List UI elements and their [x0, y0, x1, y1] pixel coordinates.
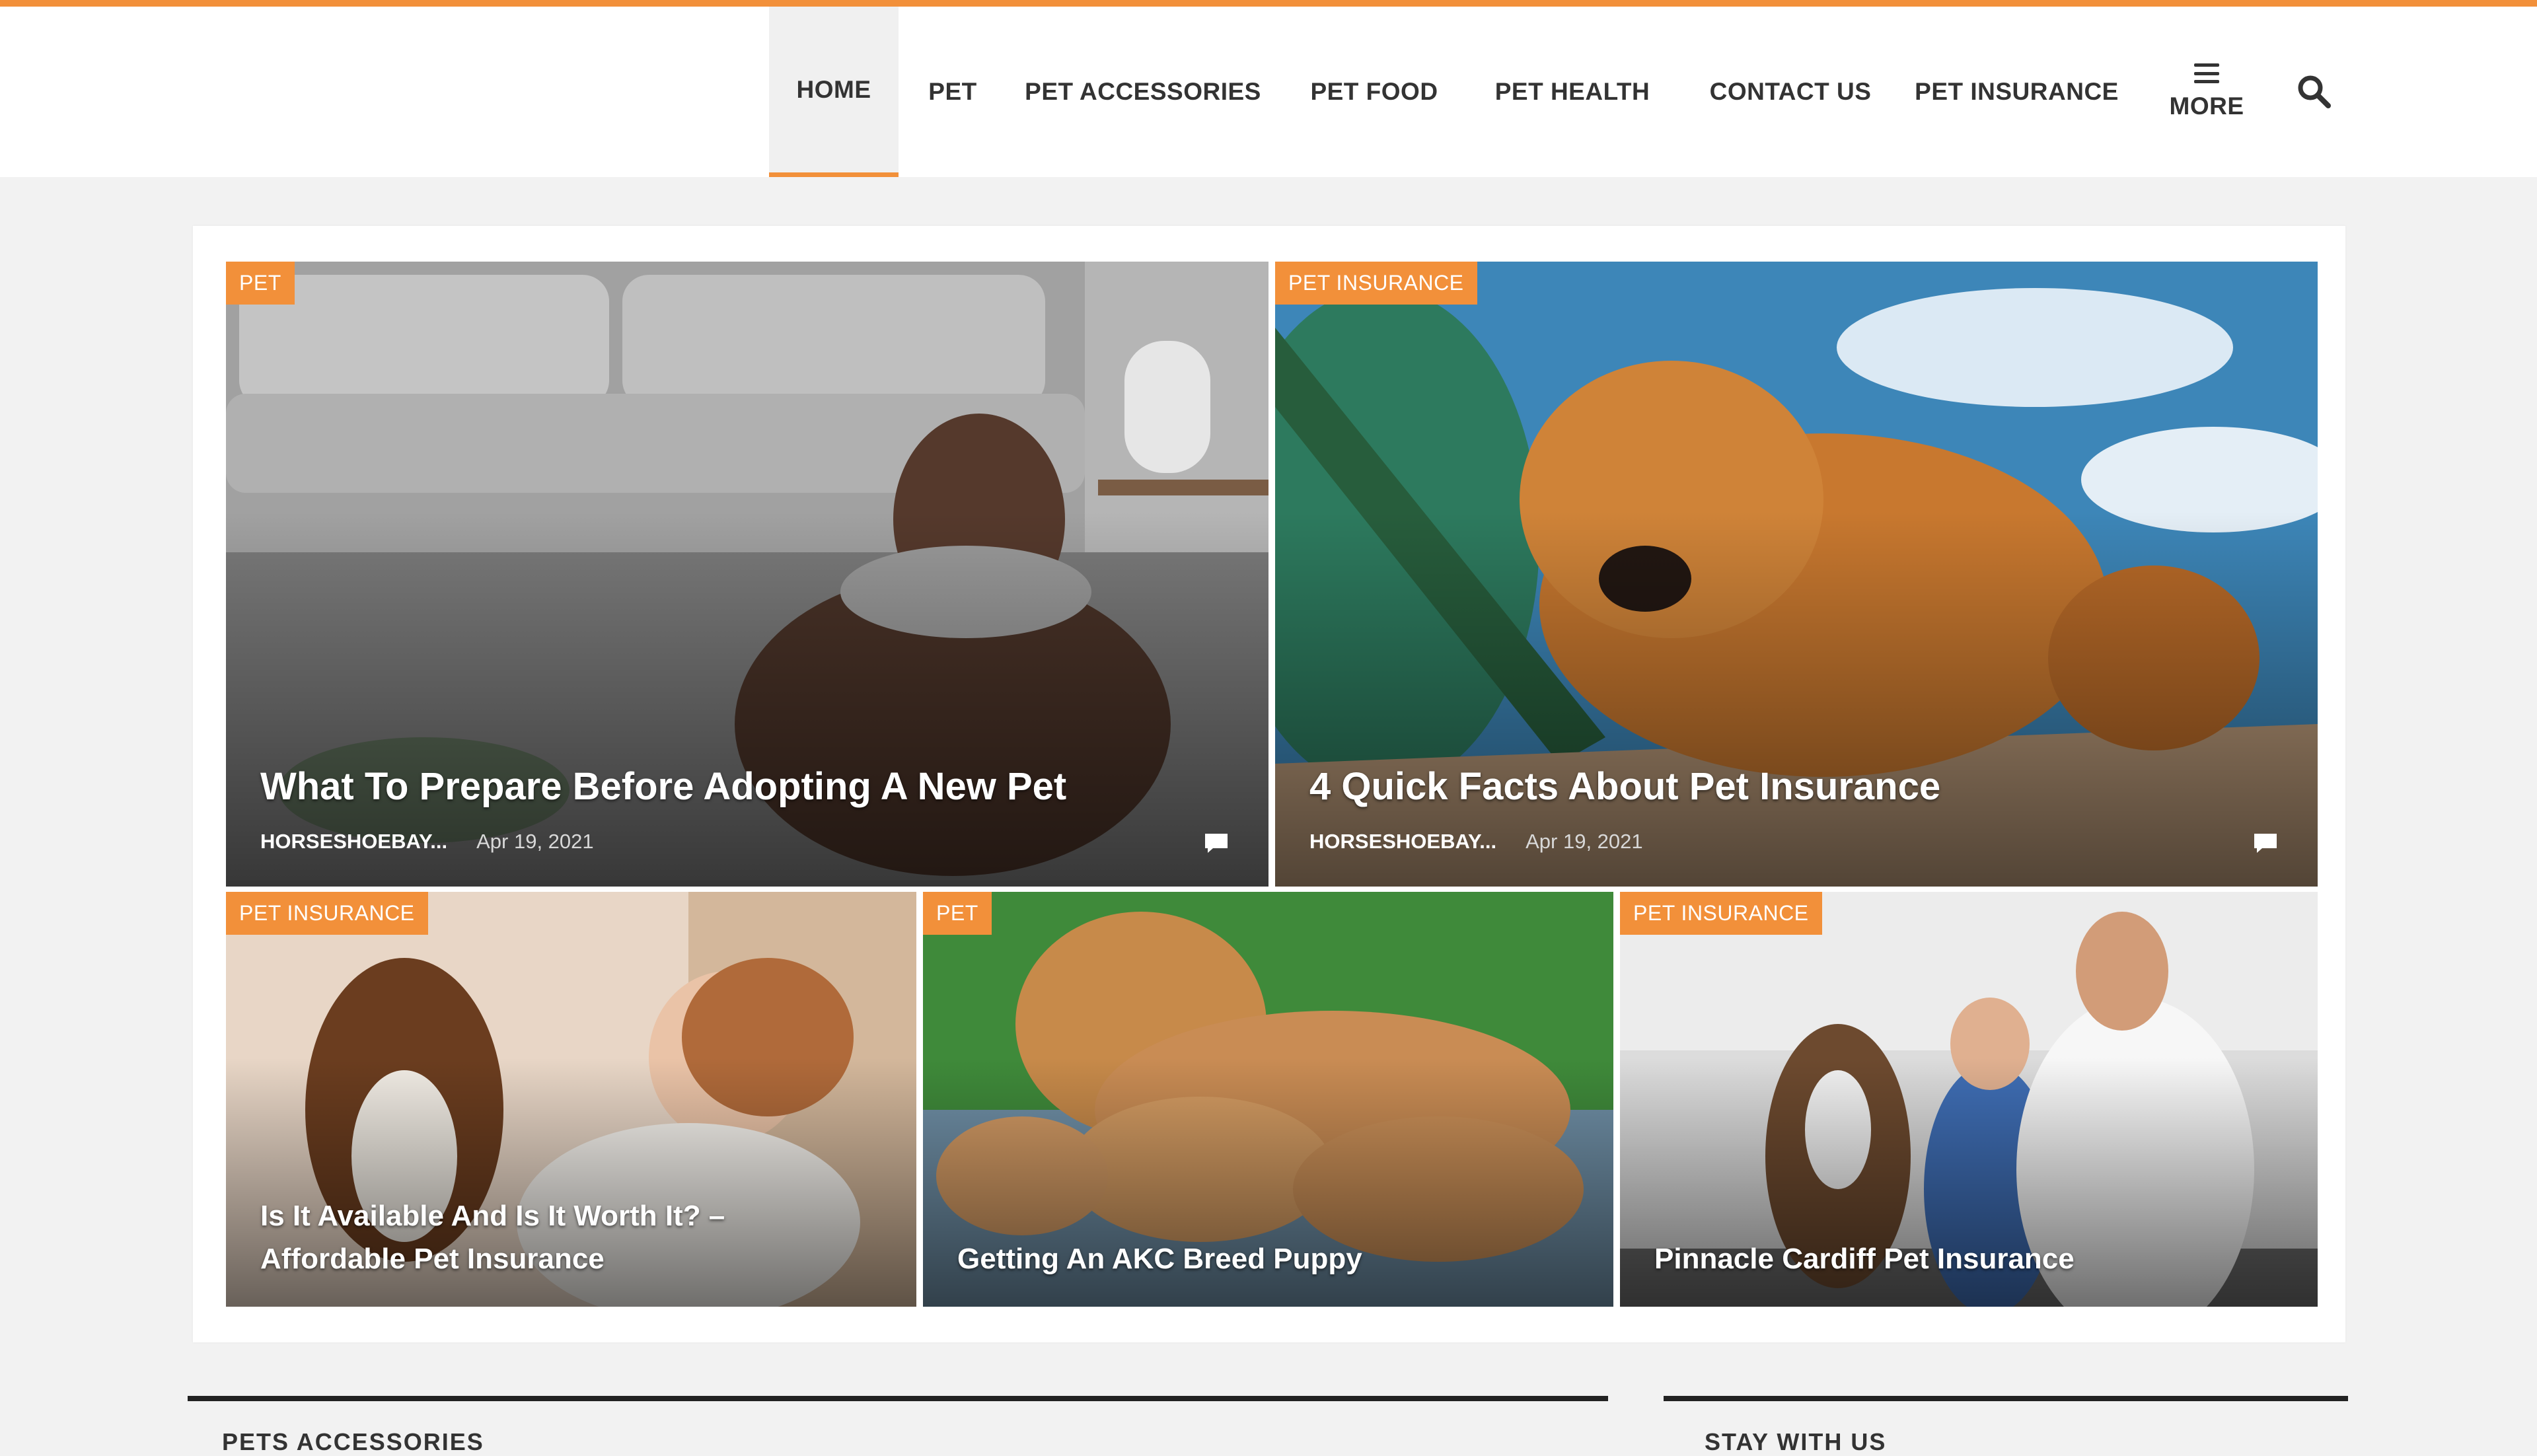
category-badge[interactable]: PET INSURANCE	[226, 892, 428, 935]
section-divider-left	[188, 1396, 1608, 1401]
post-meta: HORSESHOEBAY... Apr 19, 2021	[1309, 830, 1643, 854]
nav-pet-insurance[interactable]: PET INSURANCE	[1906, 7, 2127, 177]
post-title[interactable]: Pinnacle Cardiff Pet Insurance	[1654, 1237, 2278, 1280]
nav-pet-label: PET	[928, 78, 977, 105]
comment-icon[interactable]	[2252, 831, 2279, 855]
search-button[interactable]	[2294, 71, 2334, 111]
nav-pet-health-label: PET HEALTH	[1494, 78, 1650, 105]
comment-icon[interactable]	[1202, 831, 1230, 855]
category-badge[interactable]: PET INSURANCE	[1275, 262, 1477, 305]
search-icon	[2298, 75, 2331, 108]
nav-pet-accessories[interactable]: PET ACCESSORIES	[1021, 7, 1265, 177]
category-badge[interactable]: PET INSURANCE	[1620, 892, 1822, 935]
post-title[interactable]: 4 Quick Facts About Pet Insurance	[1309, 764, 2278, 809]
category-badge[interactable]: PET	[923, 892, 992, 935]
section-divider-right	[1664, 1396, 2348, 1401]
post-title[interactable]: What To Prepare Before Adopting A New Pe…	[260, 764, 1229, 809]
post-meta: HORSESHOEBAY... Apr 19, 2021	[260, 830, 594, 854]
featured-post-2[interactable]: PET INSURANCE 4 Quick Facts About Pet In…	[1275, 262, 2318, 887]
hamburger-icon	[2194, 63, 2219, 83]
featured-post-3[interactable]: PET INSURANCE Is It Available And Is It …	[226, 892, 916, 1307]
post-author[interactable]: HORSESHOEBAY...	[1309, 830, 1496, 854]
nav-home-label: HOME	[796, 75, 871, 103]
nav-contact-us[interactable]: CONTACT US	[1691, 7, 1890, 177]
post-date: Apr 19, 2021	[476, 830, 594, 853]
nav-pet-food[interactable]: PET FOOD	[1298, 7, 1450, 177]
nav-more-label: MORE	[2169, 92, 2244, 120]
top-accent-bar	[0, 0, 2537, 7]
nav-pet-accessories-label: PET ACCESSORIES	[1025, 78, 1261, 105]
nav-more[interactable]: MORE	[2154, 7, 2260, 177]
nav-pet-health[interactable]: PET HEALTH	[1483, 7, 1662, 177]
featured-post-4[interactable]: PET Getting An AKC Breed Puppy	[923, 892, 1613, 1307]
post-author[interactable]: HORSESHOEBAY...	[260, 830, 447, 854]
post-title[interactable]: Getting An AKC Breed Puppy	[957, 1237, 1574, 1280]
category-badge[interactable]: PET	[226, 262, 295, 305]
post-title[interactable]: Is It Available And Is It Worth It? – Af…	[260, 1194, 877, 1280]
nav-home[interactable]: HOME	[769, 7, 899, 177]
post-date: Apr 19, 2021	[1526, 830, 1643, 853]
nav-pet-insurance-label: PET INSURANCE	[1915, 78, 2119, 105]
featured-post-5[interactable]: PET INSURANCE Pinnacle Cardiff Pet Insur…	[1620, 892, 2318, 1307]
nav-pet-food-label: PET FOOD	[1310, 78, 1438, 105]
section-title-stay-with-us: STAY WITH US	[1705, 1428, 1887, 1455]
nav-contact-us-label: CONTACT US	[1709, 78, 1872, 105]
section-title-pets-accessories: PETS ACCESSORIES	[222, 1428, 484, 1455]
featured-post-1[interactable]: PET What To Prepare Before Adopting A Ne…	[226, 262, 1268, 887]
nav-pet[interactable]: PET	[914, 7, 991, 177]
